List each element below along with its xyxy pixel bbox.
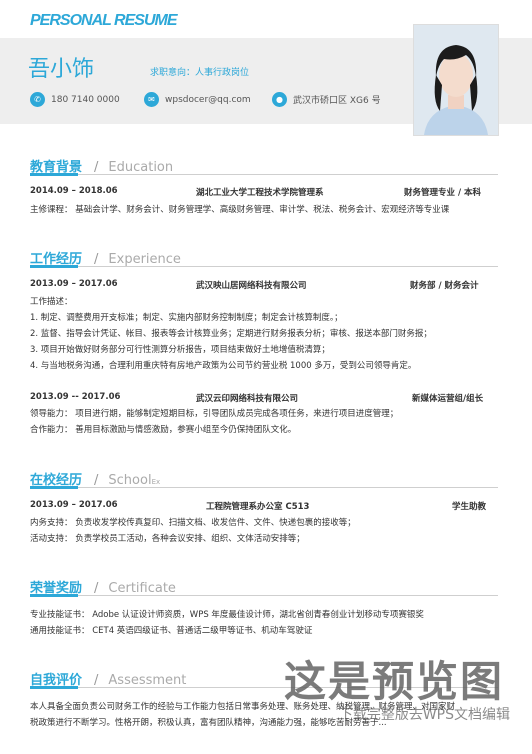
section-accent	[30, 486, 78, 489]
assessment-line: 税政策进行不断学习。性格开朗，积极认真，富有团队精神，沟通能力强，能够吃苦耐劳善…	[30, 718, 387, 728]
contact-phone: ✆ 180 7140 0000	[30, 92, 120, 107]
job1-item: 2. 监督、指导会计凭证、帐目、报表等会计核算业务；定期进行财务报表分析；审核、…	[30, 329, 432, 339]
title-divider: /	[94, 252, 99, 267]
phone-icon: ✆	[30, 92, 45, 107]
section-title-en: School	[108, 473, 152, 488]
job1-item: 4. 与当地税务沟通，合理利用重庆特有房地产政策为公司节约营业税 1000 多万…	[30, 361, 417, 371]
section-rule	[30, 174, 498, 175]
section-accent	[30, 265, 78, 268]
job-objective: 求职意向：人事行政岗位	[150, 68, 250, 78]
section-accent	[30, 686, 78, 689]
phone-text: 180 7140 0000	[51, 94, 120, 105]
job1-desc-label: 工作描述：	[30, 297, 73, 307]
email-icon: ✉	[144, 92, 159, 107]
school-line: 内务支持： 负责收发学校传真复印、扫描文档、收发信件、文件、快递包裹的接收等；	[30, 518, 356, 528]
section-rule	[30, 266, 498, 267]
preview-watermark: 这是预览图	[283, 657, 504, 706]
section-title-en: Certificate	[108, 581, 176, 596]
download-watermark: 下载完整版去WPS文档编辑	[338, 707, 510, 723]
job2-role: 新媒体运营组/组长	[412, 394, 484, 404]
job1-company: 武汉映山居网络科技有限公司	[196, 281, 307, 291]
title-divider: /	[94, 160, 99, 175]
location-pin-icon: ●	[272, 92, 287, 107]
applicant-name: 吾小饰	[28, 57, 95, 82]
school-org: 工程院管理系办公室 C513	[206, 502, 310, 512]
cert-line: 通用技能证书： CET4 英语四级证书、普通话二级甲等证书、机动车驾驶证	[30, 626, 313, 636]
edu-period: 2014.09 – 2018.06	[30, 186, 118, 196]
email-text: wpsdocer@qq.com	[165, 94, 251, 105]
contact-email: ✉ wpsdocer@qq.com	[144, 92, 251, 107]
job2-line: 合作能力： 善用目标激励与情感激励，参赛小组至今仍保持团队文化。	[30, 425, 297, 435]
edu-courses: 主修课程： 基础会计学、财务会计、财务管理学、高级财务管理、审计学、税法、税务会…	[30, 205, 450, 215]
job2-company: 武汉云印网络科技有限公司	[196, 394, 299, 404]
section-accent	[30, 173, 78, 176]
job1-period: 2013.09 – 2017.06	[30, 279, 118, 289]
section-title-en: Education	[108, 160, 174, 175]
section-title-en: Assessment	[108, 673, 187, 688]
school-period: 2013.09 – 2017.06	[30, 500, 118, 510]
school-role: 学生助教	[452, 502, 487, 512]
job2-line: 领导能力： 项目进行期，能够制定短期目标，引导团队成员完成各项任务，来进行项目进…	[30, 409, 399, 419]
cert-line: 专业技能证书： Adobe 认证设计师资质，WPS 年度最佳设计师，湖北省创青春…	[30, 610, 424, 620]
resume-banner: PERSONAL RESUME	[30, 12, 178, 29]
title-divider: /	[94, 673, 99, 688]
section-rule	[30, 595, 498, 596]
section-title-en-suffix: Ex	[151, 478, 161, 486]
job1-item: 1. 制定、调整费用开支标准；制定、实施内部财务控制制度；制定会计核算制度。；	[30, 313, 343, 323]
job1-item: 3. 项目开始做好财务部分可行性测算分析报告，项目结束做好土地增值税清算；	[30, 345, 330, 355]
job1-role: 财务部 / 财务会计	[410, 281, 479, 291]
edu-major: 财务管理专业 / 本科	[404, 188, 482, 198]
contact-address: ● 武汉市硚口区 XG6 号	[272, 92, 381, 107]
profile-photo	[413, 24, 499, 136]
school-line: 活动支持： 负责学校员工活动，各种会议安排、组织、文体活动安排等；	[30, 534, 305, 544]
address-text: 武汉市硚口区 XG6 号	[293, 96, 381, 106]
title-divider: /	[94, 581, 99, 596]
section-rule	[30, 487, 498, 488]
section-title-en: Experience	[108, 252, 181, 267]
edu-school: 湖北工业大学工程技术学院管理系	[196, 188, 324, 198]
section-accent	[30, 594, 78, 597]
title-divider: /	[94, 473, 99, 488]
job2-period: 2013.09 -- 2017.06	[30, 392, 121, 402]
